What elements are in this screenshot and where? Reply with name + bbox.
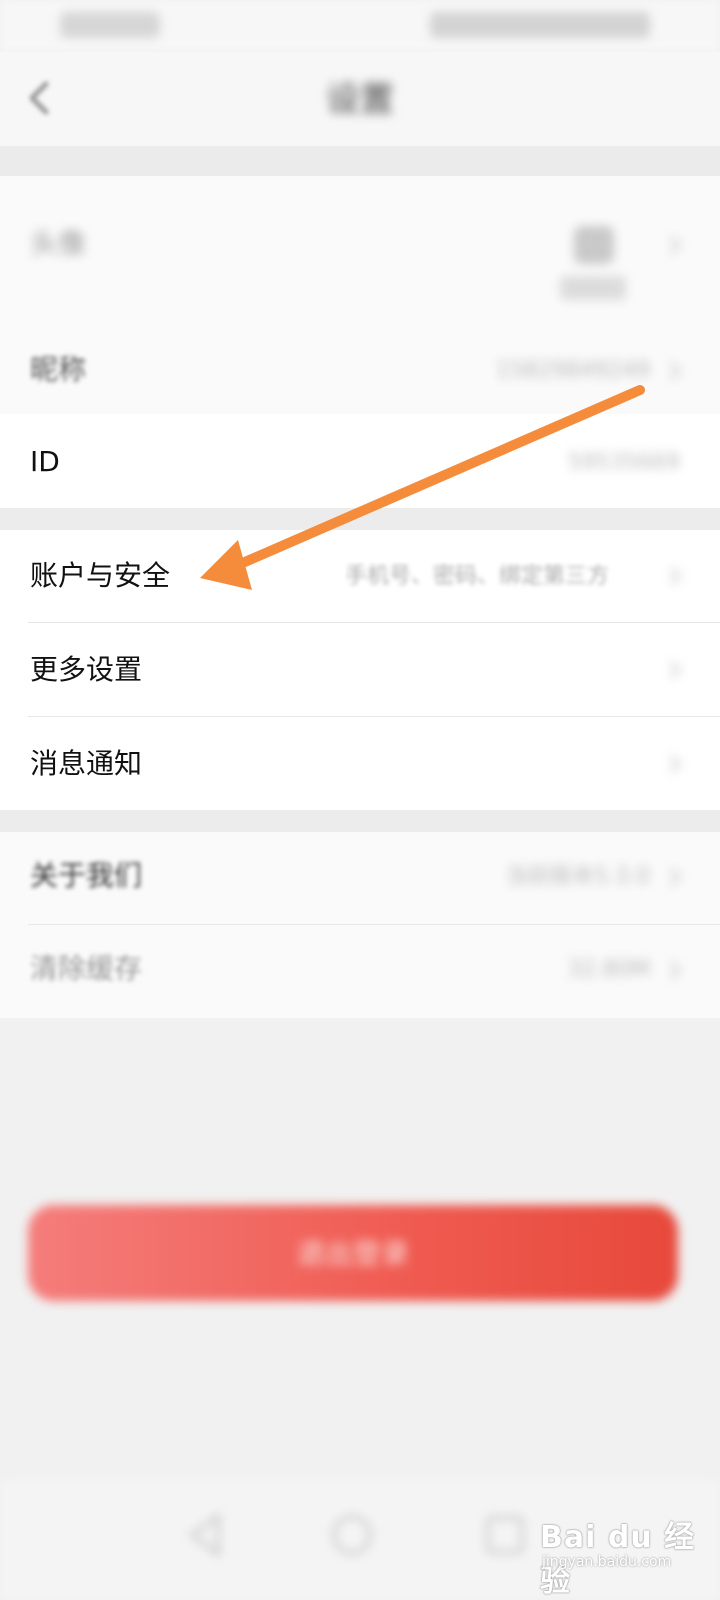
profile-group: 头像 昵称 15829849249 ID 59535669 xyxy=(0,176,720,508)
nickname-value: 15829849249 xyxy=(496,358,650,383)
account-security-label: 账户与安全 xyxy=(30,559,171,592)
chevron-right-icon xyxy=(669,867,682,887)
notifications-label: 消息通知 xyxy=(30,747,143,780)
clear-cache-label: 清除缓存 xyxy=(30,952,143,985)
row-avatar[interactable]: 头像 xyxy=(0,176,720,326)
account-security-value: 手机号、密码、绑定第三方 xyxy=(345,562,645,592)
about-group: 关于我们 当前版本5.3.0 清除缓存 32.80M xyxy=(0,832,720,1018)
nav-back-icon[interactable] xyxy=(180,1508,234,1562)
row-clear-cache[interactable]: 清除缓存 32.80M xyxy=(0,925,720,1018)
separator-band xyxy=(0,508,720,530)
account-security-value-text: 手机号、密码、绑定第三方 xyxy=(345,564,610,589)
row-nickname[interactable]: 昵称 15829849249 xyxy=(0,326,720,414)
chevron-right-icon xyxy=(669,660,682,680)
watermark-url: jingyan.baidu.com xyxy=(542,1554,672,1570)
logout-button[interactable]: 退出登录 xyxy=(28,1205,678,1301)
about-us-value: 当前版本5.3.0 xyxy=(506,864,650,889)
nav-recents-icon[interactable] xyxy=(478,1508,532,1562)
account-group: 账户与安全 手机号、密码、绑定第三方 更多设置 消息通知 xyxy=(0,530,720,810)
row-account-security[interactable]: 账户与安全 手机号、密码、绑定第三方 xyxy=(0,530,720,622)
more-settings-label: 更多设置 xyxy=(30,653,143,686)
row-notifications[interactable]: 消息通知 xyxy=(0,717,720,810)
status-left-icons xyxy=(60,12,160,38)
status-bar xyxy=(0,0,720,52)
separator-band xyxy=(0,146,720,176)
header: 设置 xyxy=(0,52,720,146)
chevron-right-icon xyxy=(669,960,682,980)
avatar-label: 头像 xyxy=(30,227,87,260)
chevron-right-icon xyxy=(669,235,682,255)
nickname-label: 昵称 xyxy=(30,353,87,386)
row-more-settings[interactable]: 更多设置 xyxy=(0,623,720,717)
row-id[interactable]: ID 59535669 xyxy=(0,414,720,508)
status-right-icons xyxy=(430,12,650,38)
avatar[interactable] xyxy=(560,216,630,306)
page-title: 设置 xyxy=(326,80,394,120)
about-us-label: 关于我们 xyxy=(30,859,143,892)
baidu-watermark: Bai du 经验 jingyan.baidu.com xyxy=(540,1492,720,1599)
id-value: 59535669 xyxy=(568,450,680,475)
row-about-us[interactable]: 关于我们 当前版本5.3.0 xyxy=(0,832,720,924)
id-label: ID xyxy=(30,445,60,478)
chevron-right-icon xyxy=(669,566,682,586)
chevron-right-icon xyxy=(669,754,682,774)
nav-home-icon[interactable] xyxy=(325,1508,379,1562)
chevron-right-icon xyxy=(669,361,682,381)
clear-cache-value: 32.80M xyxy=(568,957,650,982)
separator-band xyxy=(0,810,720,832)
